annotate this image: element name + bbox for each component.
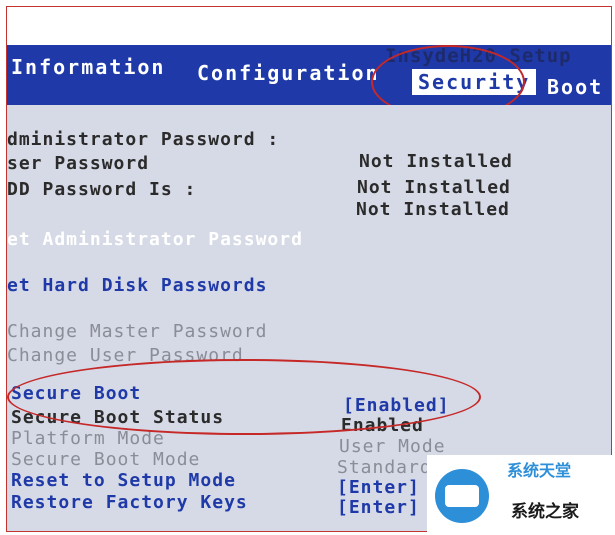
secure-boot-mode-label: Secure Boot Mode [11,449,201,470]
admin-password-value: Not Installed [359,151,513,172]
tab-security[interactable]: Security [412,69,537,95]
change-master-password-item[interactable]: Change Master Password [7,321,267,342]
watermark-logo-icon [435,469,489,523]
watermark-name: 系统之家 [511,502,579,522]
watermark-top-text: 系统天堂 [507,461,572,480]
bios-brand: InsydeH20 Setup [385,45,572,67]
reset-setup-mode-item[interactable]: Reset to Setup Mode [11,470,236,491]
tab-boot[interactable]: Boot [547,75,603,99]
hdd-password-value: Not Installed [356,199,510,220]
secure-boot-status-value: Enabled [341,415,424,436]
secure-boot-status-label: Secure Boot Status [11,407,225,428]
watermark: 系统天堂 系统之家 [427,455,615,535]
platform-mode-value: User Mode [339,436,446,457]
set-hdd-password-item[interactable]: et Hard Disk Passwords [7,275,267,296]
top-bezel [7,7,611,45]
secure-boot-mode-value: Standard [337,457,432,478]
hdd-password-label: DD Password Is : [7,179,197,200]
tab-configuration[interactable]: Configuration [197,61,380,85]
set-admin-password-item[interactable]: et Administrator Password [7,229,303,250]
tab-information[interactable]: Information [11,55,165,79]
platform-mode-label: Platform Mode [11,428,165,449]
change-user-password-item[interactable]: Change User Password [7,345,244,366]
user-password-label: ser Password [7,153,150,174]
secure-boot-value[interactable]: [Enabled] [343,395,450,416]
secure-boot-label[interactable]: Secure Boot [11,383,141,404]
bios-screen: InsydeH20 Setup Information Configuratio… [6,6,612,532]
restore-factory-keys-value[interactable]: [Enter] [337,497,420,518]
restore-factory-keys-item[interactable]: Restore Factory Keys [11,492,248,513]
admin-password-label: dministrator Password : [7,129,280,150]
user-password-value: Not Installed [357,177,511,198]
reset-setup-mode-value[interactable]: [Enter] [337,477,420,498]
